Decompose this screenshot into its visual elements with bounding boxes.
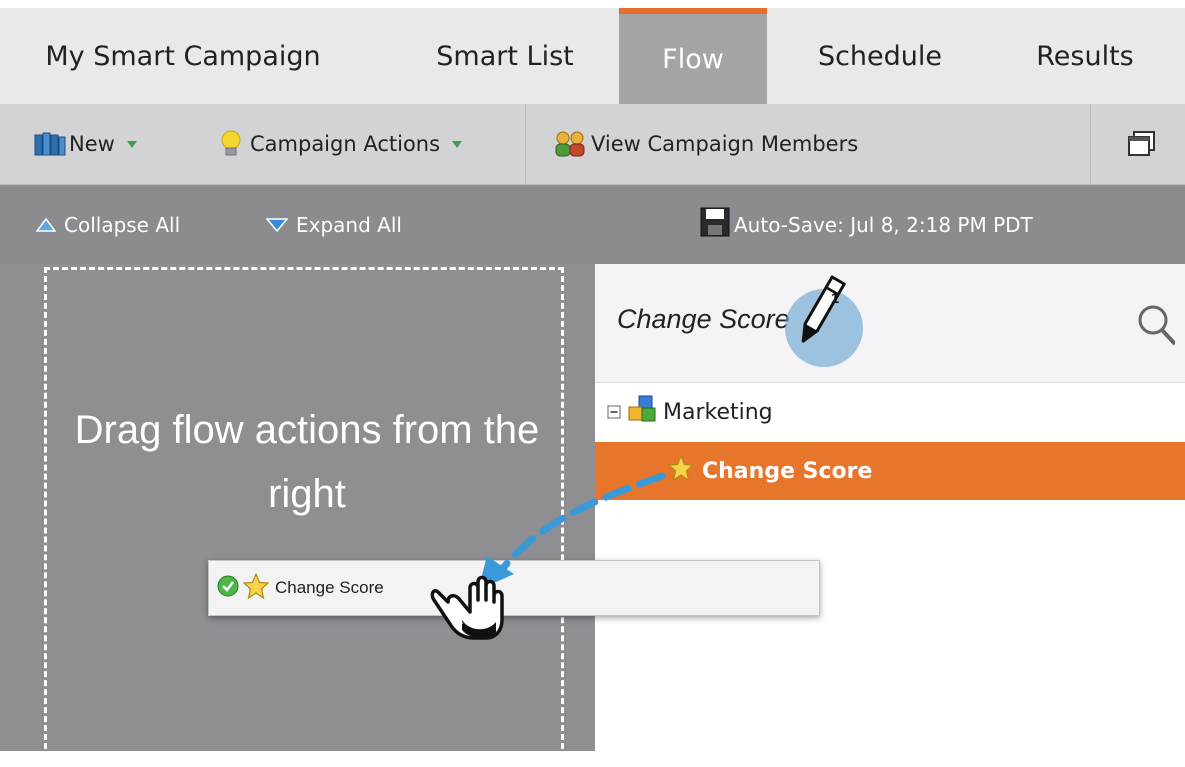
people-icon [553, 129, 589, 159]
tab-results[interactable]: Results [1005, 8, 1165, 104]
campaign-actions-menu-button[interactable]: Campaign Actions [218, 104, 463, 184]
check-icon [217, 575, 239, 602]
flow-actions-panel: Change Score Marketing Change Score [595, 264, 1185, 751]
triangle-up-icon [35, 213, 57, 237]
cubes-icon [627, 395, 657, 429]
star-icon [242, 571, 270, 604]
caret-down-icon [452, 140, 463, 148]
tab-my-smart-campaign[interactable]: My Smart Campaign [18, 8, 348, 104]
star-icon [667, 454, 695, 487]
view-campaign-members-label: View Campaign Members [591, 132, 859, 156]
lightbulb-icon [218, 129, 244, 159]
panel-header: Change Score [595, 264, 1185, 383]
collapse-box-icon[interactable] [607, 400, 621, 425]
auto-save-label: Auto-Save: Jul 8, 2:18 PM PDT [734, 212, 1033, 237]
book-icon [33, 131, 67, 157]
toolbar-divider [1090, 104, 1091, 184]
auto-save-status: Auto-Save: Jul 8, 2:18 PM PDT [700, 185, 1033, 264]
tab-smart-list[interactable]: Smart List [405, 8, 605, 104]
collapse-all-button[interactable]: Collapse All [35, 185, 181, 264]
campaign-actions-label: Campaign Actions [250, 132, 441, 156]
tree-root-label: Marketing [663, 399, 773, 425]
canvas-toolbar: Collapse All Expand All Auto-Save: Jul 8… [0, 185, 1185, 264]
tree-selected-label: Change Score [702, 458, 873, 484]
collapse-all-label: Collapse All [64, 212, 181, 237]
new-label: New [69, 132, 115, 156]
flow-drop-zone[interactable]: Drag flow actions from the right [44, 267, 564, 767]
dragged-item-label: Change Score [275, 578, 384, 597]
toolbar-divider [525, 104, 526, 184]
window-icon [1126, 130, 1158, 158]
tree-node-change-score[interactable]: Change Score [595, 442, 1185, 500]
window-toggle-button[interactable] [1126, 104, 1158, 184]
flow-canvas[interactable]: Drag flow actions from the right [0, 264, 595, 767]
view-campaign-members-button[interactable]: View Campaign Members [553, 104, 858, 184]
tab-bar: My Smart Campaign Smart List Flow Schedu… [0, 0, 1185, 104]
tab-schedule[interactable]: Schedule [785, 8, 975, 104]
drop-zone-hint: Drag flow actions from the right [74, 408, 540, 516]
tree-node-marketing[interactable]: Marketing [607, 392, 773, 432]
triangle-down-icon [265, 213, 289, 237]
new-menu-button[interactable]: New [33, 104, 137, 184]
panel-title: Change Score [617, 304, 790, 334]
floppy-disk-icon [700, 207, 730, 242]
expand-all-button[interactable]: Expand All [265, 185, 402, 264]
tab-flow[interactable]: Flow [619, 8, 767, 104]
campaign-toolbar: New Campaign Actions View Campaign Membe… [0, 104, 1185, 185]
expand-all-label: Expand All [296, 212, 402, 237]
dragged-flow-action[interactable]: Change Score [208, 560, 820, 616]
caret-down-icon [126, 140, 137, 148]
click-highlight [785, 289, 863, 367]
search-icon[interactable] [1135, 302, 1177, 350]
